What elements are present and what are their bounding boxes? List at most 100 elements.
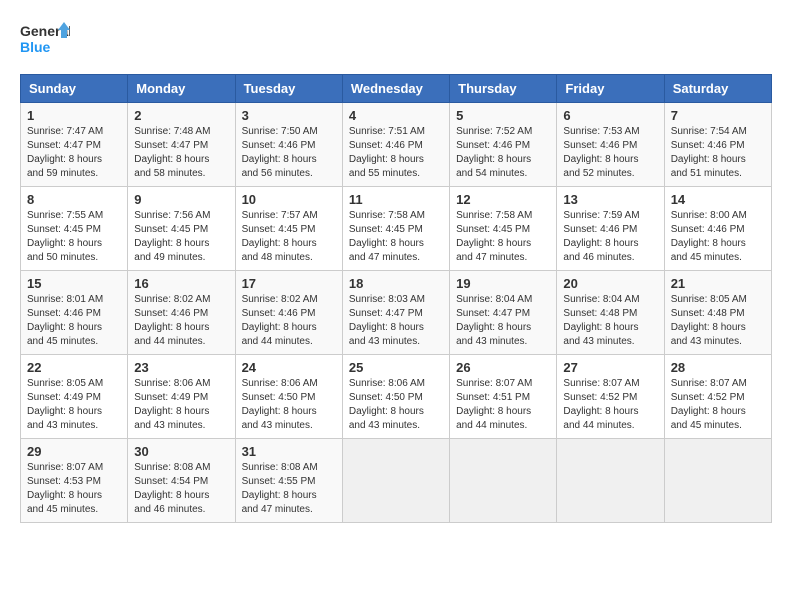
cell-2-2: 9 Sunrise: 7:56 AMSunset: 4:45 PMDayligh… <box>128 187 235 271</box>
cell-2-6: 13 Sunrise: 7:59 AMSunset: 4:46 PMDaylig… <box>557 187 664 271</box>
cell-5-5 <box>450 439 557 523</box>
cell-info: Sunrise: 8:02 AMSunset: 4:46 PMDaylight:… <box>242 294 318 347</box>
day-number: 9 <box>134 192 228 207</box>
cell-info: Sunrise: 8:05 AMSunset: 4:49 PMDaylight:… <box>27 378 103 431</box>
header-sunday: Sunday <box>21 75 128 103</box>
cell-info: Sunrise: 7:47 AMSunset: 4:47 PMDaylight:… <box>27 126 103 179</box>
cell-3-5: 19 Sunrise: 8:04 AMSunset: 4:47 PMDaylig… <box>450 271 557 355</box>
cell-5-4 <box>342 439 449 523</box>
cell-3-1: 15 Sunrise: 8:01 AMSunset: 4:46 PMDaylig… <box>21 271 128 355</box>
cell-3-3: 17 Sunrise: 8:02 AMSunset: 4:46 PMDaylig… <box>235 271 342 355</box>
cell-1-5: 5 Sunrise: 7:52 AMSunset: 4:46 PMDayligh… <box>450 103 557 187</box>
cell-info: Sunrise: 7:50 AMSunset: 4:46 PMDaylight:… <box>242 126 318 179</box>
day-number: 6 <box>563 108 657 123</box>
cell-4-1: 22 Sunrise: 8:05 AMSunset: 4:49 PMDaylig… <box>21 355 128 439</box>
cell-info: Sunrise: 8:04 AMSunset: 4:48 PMDaylight:… <box>563 294 639 347</box>
cell-3-4: 18 Sunrise: 8:03 AMSunset: 4:47 PMDaylig… <box>342 271 449 355</box>
header-row: SundayMondayTuesdayWednesdayThursdayFrid… <box>21 75 772 103</box>
cell-info: Sunrise: 8:07 AMSunset: 4:52 PMDaylight:… <box>671 378 747 431</box>
cell-info: Sunrise: 8:06 AMSunset: 4:50 PMDaylight:… <box>242 378 318 431</box>
cell-info: Sunrise: 8:01 AMSunset: 4:46 PMDaylight:… <box>27 294 103 347</box>
day-number: 23 <box>134 360 228 375</box>
cell-info: Sunrise: 8:08 AMSunset: 4:54 PMDaylight:… <box>134 462 210 515</box>
cell-info: Sunrise: 7:59 AMSunset: 4:46 PMDaylight:… <box>563 210 639 263</box>
day-number: 21 <box>671 276 765 291</box>
cell-info: Sunrise: 8:07 AMSunset: 4:51 PMDaylight:… <box>456 378 532 431</box>
header-monday: Monday <box>128 75 235 103</box>
cell-info: Sunrise: 8:00 AMSunset: 4:46 PMDaylight:… <box>671 210 747 263</box>
cell-4-7: 28 Sunrise: 8:07 AMSunset: 4:52 PMDaylig… <box>664 355 771 439</box>
cell-info: Sunrise: 8:07 AMSunset: 4:52 PMDaylight:… <box>563 378 639 431</box>
cell-1-4: 4 Sunrise: 7:51 AMSunset: 4:46 PMDayligh… <box>342 103 449 187</box>
week-row-5: 29 Sunrise: 8:07 AMSunset: 4:53 PMDaylig… <box>21 439 772 523</box>
day-number: 19 <box>456 276 550 291</box>
svg-text:Blue: Blue <box>20 39 51 55</box>
cell-info: Sunrise: 8:07 AMSunset: 4:53 PMDaylight:… <box>27 462 103 515</box>
cell-info: Sunrise: 8:05 AMSunset: 4:48 PMDaylight:… <box>671 294 747 347</box>
cell-2-3: 10 Sunrise: 7:57 AMSunset: 4:45 PMDaylig… <box>235 187 342 271</box>
cell-3-6: 20 Sunrise: 8:04 AMSunset: 4:48 PMDaylig… <box>557 271 664 355</box>
calendar-header: SundayMondayTuesdayWednesdayThursdayFrid… <box>21 75 772 103</box>
day-number: 25 <box>349 360 443 375</box>
cell-info: Sunrise: 7:55 AMSunset: 4:45 PMDaylight:… <box>27 210 103 263</box>
cell-info: Sunrise: 8:06 AMSunset: 4:49 PMDaylight:… <box>134 378 210 431</box>
cell-info: Sunrise: 7:51 AMSunset: 4:46 PMDaylight:… <box>349 126 425 179</box>
cell-1-7: 7 Sunrise: 7:54 AMSunset: 4:46 PMDayligh… <box>664 103 771 187</box>
week-row-2: 8 Sunrise: 7:55 AMSunset: 4:45 PMDayligh… <box>21 187 772 271</box>
cell-1-2: 2 Sunrise: 7:48 AMSunset: 4:47 PMDayligh… <box>128 103 235 187</box>
cell-info: Sunrise: 8:03 AMSunset: 4:47 PMDaylight:… <box>349 294 425 347</box>
cell-2-7: 14 Sunrise: 8:00 AMSunset: 4:46 PMDaylig… <box>664 187 771 271</box>
day-number: 18 <box>349 276 443 291</box>
header-friday: Friday <box>557 75 664 103</box>
day-number: 8 <box>27 192 121 207</box>
cell-2-1: 8 Sunrise: 7:55 AMSunset: 4:45 PMDayligh… <box>21 187 128 271</box>
day-number: 31 <box>242 444 336 459</box>
cell-5-1: 29 Sunrise: 8:07 AMSunset: 4:53 PMDaylig… <box>21 439 128 523</box>
day-number: 7 <box>671 108 765 123</box>
cell-info: Sunrise: 8:02 AMSunset: 4:46 PMDaylight:… <box>134 294 210 347</box>
cell-info: Sunrise: 8:06 AMSunset: 4:50 PMDaylight:… <box>349 378 425 431</box>
cell-info: Sunrise: 7:52 AMSunset: 4:46 PMDaylight:… <box>456 126 532 179</box>
day-number: 13 <box>563 192 657 207</box>
cell-1-3: 3 Sunrise: 7:50 AMSunset: 4:46 PMDayligh… <box>235 103 342 187</box>
cell-info: Sunrise: 8:08 AMSunset: 4:55 PMDaylight:… <box>242 462 318 515</box>
day-number: 17 <box>242 276 336 291</box>
cell-info: Sunrise: 7:58 AMSunset: 4:45 PMDaylight:… <box>456 210 532 263</box>
day-number: 22 <box>27 360 121 375</box>
day-number: 14 <box>671 192 765 207</box>
day-number: 24 <box>242 360 336 375</box>
header-thursday: Thursday <box>450 75 557 103</box>
logo-svg: General Blue <box>20 20 70 64</box>
cell-5-2: 30 Sunrise: 8:08 AMSunset: 4:54 PMDaylig… <box>128 439 235 523</box>
day-number: 16 <box>134 276 228 291</box>
cell-1-6: 6 Sunrise: 7:53 AMSunset: 4:46 PMDayligh… <box>557 103 664 187</box>
cell-info: Sunrise: 7:48 AMSunset: 4:47 PMDaylight:… <box>134 126 210 179</box>
header-tuesday: Tuesday <box>235 75 342 103</box>
day-number: 29 <box>27 444 121 459</box>
day-number: 15 <box>27 276 121 291</box>
day-number: 10 <box>242 192 336 207</box>
day-number: 3 <box>242 108 336 123</box>
cell-info: Sunrise: 7:53 AMSunset: 4:46 PMDaylight:… <box>563 126 639 179</box>
day-number: 4 <box>349 108 443 123</box>
cell-info: Sunrise: 7:54 AMSunset: 4:46 PMDaylight:… <box>671 126 747 179</box>
day-number: 26 <box>456 360 550 375</box>
day-number: 27 <box>563 360 657 375</box>
cell-info: Sunrise: 8:04 AMSunset: 4:47 PMDaylight:… <box>456 294 532 347</box>
cell-1-1: 1 Sunrise: 7:47 AMSunset: 4:47 PMDayligh… <box>21 103 128 187</box>
calendar-table: SundayMondayTuesdayWednesdayThursdayFrid… <box>20 74 772 523</box>
cell-5-3: 31 Sunrise: 8:08 AMSunset: 4:55 PMDaylig… <box>235 439 342 523</box>
day-number: 2 <box>134 108 228 123</box>
day-number: 11 <box>349 192 443 207</box>
cell-4-3: 24 Sunrise: 8:06 AMSunset: 4:50 PMDaylig… <box>235 355 342 439</box>
header-wednesday: Wednesday <box>342 75 449 103</box>
day-number: 20 <box>563 276 657 291</box>
cell-3-7: 21 Sunrise: 8:05 AMSunset: 4:48 PMDaylig… <box>664 271 771 355</box>
cell-4-6: 27 Sunrise: 8:07 AMSunset: 4:52 PMDaylig… <box>557 355 664 439</box>
day-number: 1 <box>27 108 121 123</box>
header: General Blue <box>20 20 772 64</box>
cell-4-5: 26 Sunrise: 8:07 AMSunset: 4:51 PMDaylig… <box>450 355 557 439</box>
header-saturday: Saturday <box>664 75 771 103</box>
logo: General Blue <box>20 20 70 64</box>
cell-info: Sunrise: 7:57 AMSunset: 4:45 PMDaylight:… <box>242 210 318 263</box>
